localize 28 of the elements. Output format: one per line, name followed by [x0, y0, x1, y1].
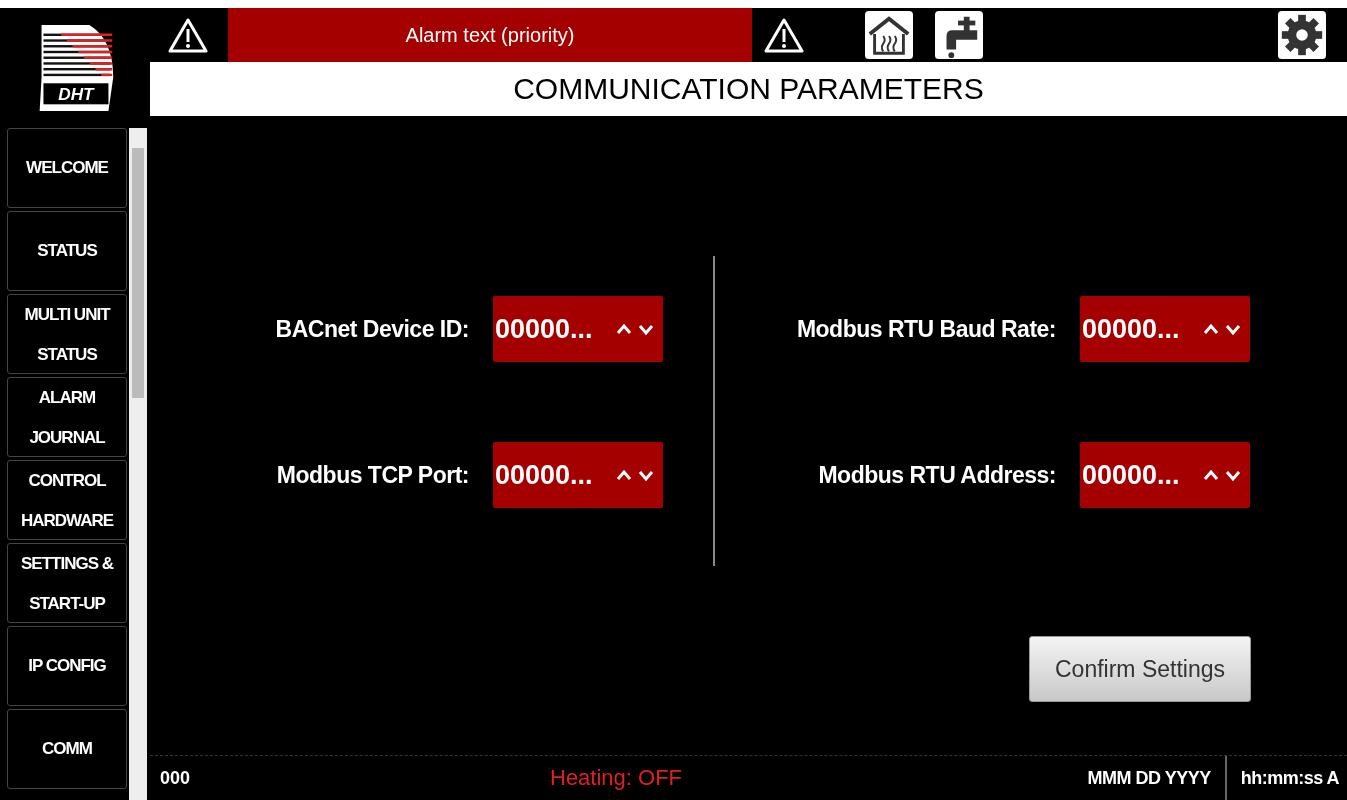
field-label: Modbus RTU Address: — [818, 461, 1056, 489]
number-spinner[interactable]: 00000... — [1080, 296, 1250, 362]
status-code: 000 — [159, 767, 192, 789]
field-label: Modbus RTU Baud Rate: — [796, 315, 1056, 343]
number-spinner[interactable]: 00000... — [493, 442, 663, 508]
confirm-settings-button[interactable]: Confirm Settings — [1029, 636, 1251, 702]
nav-button[interactable]: IP CONFIG — [7, 626, 127, 706]
settings-icon[interactable] — [1277, 11, 1327, 59]
field-label: BACnet Device ID: — [275, 315, 469, 343]
heating-status: Heating: OFF — [550, 765, 684, 791]
warning-icon[interactable] — [764, 17, 804, 53]
date-text: MMM DD YYYY — [1087, 756, 1227, 800]
nav-button[interactable]: COMM — [7, 709, 127, 789]
nav-button[interactable]: WELCOME — [7, 128, 127, 208]
nav-button[interactable]: STATUS — [7, 211, 127, 291]
number-spinner[interactable]: 00000... — [493, 296, 663, 362]
alarm-banner[interactable]: Alarm text (priority) — [228, 8, 752, 62]
nav-button[interactable]: SETTINGS & START-UP — [7, 543, 127, 623]
nav-button[interactable]: ALARM JOURNAL — [7, 377, 127, 457]
time-text: hh:mm:ss A — [1239, 767, 1340, 789]
nav-button[interactable]: CONTROL HARDWARE — [7, 460, 127, 540]
number-spinner[interactable]: 00000... — [1080, 442, 1250, 508]
scrollbar[interactable] — [129, 128, 147, 800]
field-label: Modbus TCP Port: — [276, 461, 469, 489]
house-heating-icon[interactable] — [864, 11, 914, 59]
warning-icon[interactable] — [168, 17, 208, 53]
faucet-icon[interactable] — [934, 11, 984, 59]
nav-button[interactable]: MULTI UNIT STATUS — [7, 294, 127, 374]
